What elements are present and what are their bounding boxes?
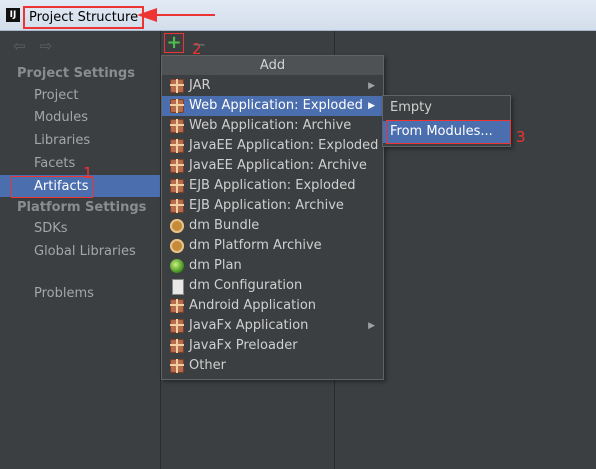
sidebar-item-facets[interactable]: Facets — [34, 156, 75, 171]
annotation-box-from-modules — [386, 120, 511, 144]
plugin-icon — [170, 239, 184, 253]
intellij-app-icon: IJ — [6, 8, 20, 22]
submenu-arrow-icon: ▶ — [368, 321, 375, 331]
sidebar: ⇦ ⇨ Project Settings Project Modules Lib… — [0, 31, 161, 469]
gift-icon — [170, 79, 184, 93]
sidebar-item-global-libraries[interactable]: Global Libraries — [34, 244, 136, 259]
annotation-arrow-icon — [137, 8, 215, 22]
menu-item-jar[interactable]: JAR ▶ — [162, 76, 383, 96]
add-menu: Add JAR ▶ Web Application: Exploded ▶ We… — [161, 55, 384, 380]
back-arrow-icon[interactable]: ⇦ — [13, 37, 26, 55]
menu-item-javafx-preloader[interactable]: JavaFx Preloader — [162, 336, 383, 356]
gift-icon — [170, 199, 184, 213]
window-title: Project Structure — [23, 6, 145, 29]
annotation-box-artifacts — [11, 176, 93, 198]
sidebar-item-sdks[interactable]: SDKs — [34, 221, 68, 236]
menu-item-other[interactable]: Other — [162, 356, 383, 376]
menu-item-web-application-exploded[interactable]: Web Application: Exploded ▶ — [162, 96, 383, 116]
menu-item-dm-platform-archive[interactable]: dm Platform Archive — [162, 236, 383, 256]
title-bar: IJ Project Structure — [0, 0, 596, 31]
add-icon[interactable]: + — [164, 33, 184, 53]
remove-icon[interactable]: − — [193, 35, 206, 54]
menu-item-javaee-application-exploded[interactable]: JavaEE Application: Exploded — [162, 136, 383, 156]
submenu-item-empty[interactable]: Empty — [383, 97, 510, 119]
gift-icon — [170, 179, 184, 193]
sidebar-item-libraries[interactable]: Libraries — [34, 133, 90, 148]
platform-settings-header: Platform Settings — [17, 200, 147, 215]
plugin-icon — [170, 219, 184, 233]
annotation-step-3: 3 — [516, 128, 526, 146]
gift-icon — [170, 319, 184, 333]
gift-icon — [170, 99, 184, 113]
gift-icon — [170, 119, 184, 133]
forward-arrow-icon[interactable]: ⇨ — [40, 37, 53, 55]
menu-item-dm-plan[interactable]: dm Plan — [162, 256, 383, 276]
gift-icon — [170, 359, 184, 373]
gift-icon — [170, 339, 184, 353]
menu-item-ejb-application-exploded[interactable]: EJB Application: Exploded — [162, 176, 383, 196]
menu-item-dm-configuration[interactable]: dm Configuration — [162, 276, 383, 296]
gift-icon — [170, 139, 184, 153]
menu-item-ejb-application-archive[interactable]: EJB Application: Archive — [162, 196, 383, 216]
menu-item-javafx-application[interactable]: JavaFx Application ▶ — [162, 316, 383, 336]
menu-item-dm-bundle[interactable]: dm Bundle — [162, 216, 383, 236]
add-menu-title: Add — [162, 56, 383, 75]
sidebar-item-modules[interactable]: Modules — [34, 110, 88, 125]
project-settings-header: Project Settings — [17, 66, 135, 81]
menu-item-javaee-application-archive[interactable]: JavaEE Application: Archive — [162, 156, 383, 176]
sidebar-item-project[interactable]: Project — [34, 88, 78, 103]
annotation-step-1: 1 — [83, 164, 93, 182]
submenu-arrow-icon: ▶ — [368, 101, 375, 111]
menu-item-web-application-archive[interactable]: Web Application: Archive — [162, 116, 383, 136]
document-icon — [172, 279, 184, 295]
sidebar-item-problems[interactable]: Problems — [34, 286, 94, 301]
gift-icon — [170, 299, 184, 313]
menu-item-android-application[interactable]: Android Application — [162, 296, 383, 316]
gift-icon — [170, 159, 184, 173]
submenu-arrow-icon: ▶ — [368, 81, 375, 91]
globe-icon — [170, 259, 184, 273]
